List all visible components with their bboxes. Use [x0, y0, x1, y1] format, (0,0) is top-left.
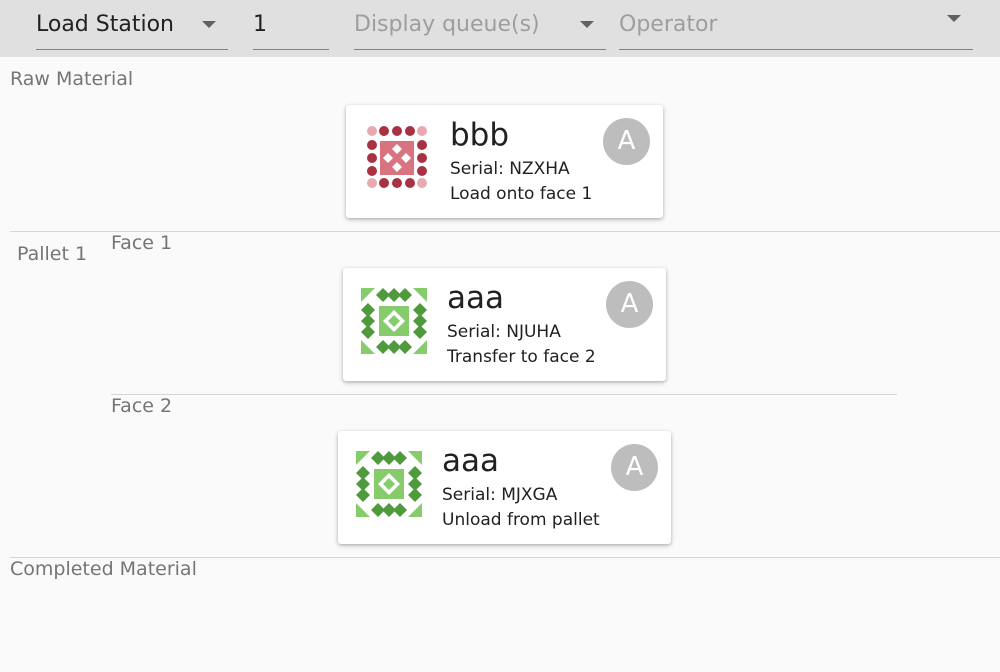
serial-text: Serial: NJUHA — [447, 322, 561, 342]
part-name: aaa — [442, 443, 499, 479]
face-1-label: Face 1 — [111, 232, 173, 254]
green-pattern-identicon — [361, 288, 427, 354]
raw-material-label: Raw Material — [10, 68, 134, 90]
material-card[interactable]: bbb Serial: NZXHA Load onto face 1 A — [346, 105, 663, 218]
operator-avatar: A — [603, 118, 650, 165]
toolbar: Load Station 1 Display queue(s) Operator — [0, 0, 1000, 57]
action-text: Load onto face 1 — [450, 184, 593, 204]
station-number-input[interactable]: 1 — [253, 0, 329, 50]
serial-text: Serial: NZXHA — [450, 159, 570, 179]
station-select-value: Load Station — [36, 12, 174, 37]
operator-avatar: A — [611, 444, 658, 491]
face-divider — [111, 394, 897, 395]
material-card[interactable]: aaa Serial: MJXGA Unload from pallet A — [338, 431, 671, 544]
completed-material-label: Completed Material — [10, 558, 197, 580]
station-select[interactable]: Load Station — [36, 0, 228, 50]
action-text: Transfer to face 2 — [447, 347, 596, 367]
operator-select-placeholder: Operator — [619, 12, 718, 37]
queue-select-placeholder: Display queue(s) — [354, 12, 540, 37]
station-number-value: 1 — [253, 12, 267, 37]
green-pattern-identicon — [356, 451, 422, 517]
operator-select[interactable]: Operator — [619, 0, 973, 50]
action-text: Unload from pallet — [442, 510, 600, 530]
operator-avatar: A — [606, 281, 653, 328]
material-card[interactable]: aaa Serial: NJUHA Transfer to face 2 A — [343, 268, 666, 381]
chevron-down-icon — [580, 21, 594, 28]
chevron-down-icon — [202, 21, 216, 28]
queue-select[interactable]: Display queue(s) — [354, 0, 606, 50]
face-2-label: Face 2 — [111, 395, 173, 417]
pallet-label: Pallet 1 — [17, 243, 88, 265]
part-name: bbb — [450, 117, 510, 153]
red-pattern-identicon — [367, 126, 427, 188]
part-name: aaa — [447, 280, 504, 316]
serial-text: Serial: MJXGA — [442, 485, 558, 505]
chevron-down-icon — [947, 15, 961, 22]
